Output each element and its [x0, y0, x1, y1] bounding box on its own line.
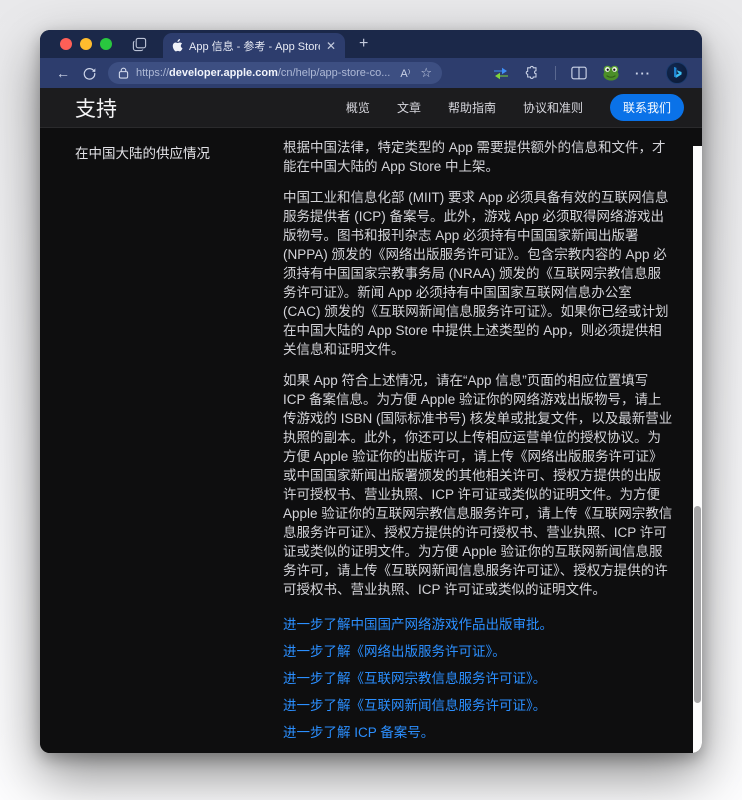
more-menu-icon[interactable]: ···: [635, 66, 651, 81]
link-game-publication-approval[interactable]: 进一步了解中国国产网络游戏作品出版审批。: [283, 615, 673, 634]
frog-extension-icon[interactable]: [602, 65, 620, 81]
read-aloud-icon[interactable]: A⁾: [400, 67, 410, 80]
toolbar-extensions: ···: [493, 62, 692, 84]
back-button[interactable]: ←: [50, 65, 76, 81]
bing-button[interactable]: [666, 62, 688, 84]
paragraph: 中国工业和信息化部 (MIIT) 要求 App 必须具备有效的互联网信息服务提供…: [283, 190, 669, 357]
traffic-lights: [60, 38, 112, 50]
sidebar: 在中国大陆的供应情况: [75, 138, 243, 753]
split-screen-icon[interactable]: [571, 66, 587, 80]
new-tab-button[interactable]: +: [359, 35, 368, 53]
extension-arrows-icon[interactable]: [493, 66, 509, 80]
browser-tab[interactable]: App 信息 - 参考 - App Store Co ✕: [163, 33, 345, 58]
page-title: 支持: [75, 97, 117, 121]
tab-title: App 信息 - 参考 - App Store Co: [189, 40, 320, 53]
zoom-window-button[interactable]: [100, 38, 112, 50]
url-domain: developer.apple.com: [169, 67, 278, 79]
content-area: 在中国大陆的供应情况 根据中国法律，特定类型的 App 需要提供额外的信息和文件…: [40, 128, 702, 753]
toolbar-divider: [555, 66, 556, 80]
link-online-publishing-license[interactable]: 进一步了解《网络出版服务许可证》。: [283, 642, 673, 661]
sidebar-item-availability-china[interactable]: 在中国大陆的供应情况: [75, 142, 243, 162]
apple-favicon-icon: [172, 39, 183, 52]
link-icp-filing-number[interactable]: 进一步了解 ICP 备案号。: [283, 723, 673, 742]
contact-us-button[interactable]: 联系我们: [609, 94, 684, 121]
favorite-star-icon[interactable]: ☆: [420, 65, 432, 81]
page-viewport: 支持 概览 文章 帮助指南 协议和准则 联系我们 在中国大陆的供应情况 根据中国…: [40, 88, 702, 753]
nav-item-agreements[interactable]: 协议和准则: [523, 99, 583, 116]
learn-more-links: 进一步了解中国国产网络游戏作品出版审批。 进一步了解《网络出版服务许可证》。 进…: [283, 615, 673, 742]
scrollbar-thumb[interactable]: [694, 506, 701, 703]
paragraph: 根据中国法律，特定类型的 App 需要提供额外的信息和文件，才能在中国大陆的 A…: [283, 140, 666, 174]
nav-item-help-guides[interactable]: 帮助指南: [448, 99, 496, 116]
article-body: 根据中国法律，特定类型的 App 需要提供额外的信息和文件，才能在中国大陆的 A…: [283, 138, 673, 753]
refresh-button[interactable]: [76, 66, 102, 81]
nav-item-articles[interactable]: 文章: [397, 99, 421, 116]
lock-icon: [118, 67, 129, 79]
link-religious-info-license[interactable]: 进一步了解《互联网宗教信息服务许可证》。: [283, 669, 673, 688]
site-header: 支持 概览 文章 帮助指南 协议和准则 联系我们: [40, 88, 702, 128]
tab-close-icon[interactable]: ✕: [326, 40, 336, 52]
page-scrollbar[interactable]: [693, 146, 702, 753]
site-nav: 概览 文章 帮助指南 协议和准则: [346, 99, 583, 116]
nav-item-overview[interactable]: 概览: [346, 99, 370, 116]
url-text: https://developer.apple.com/cn/help/app-…: [136, 67, 391, 79]
minimize-window-button[interactable]: [80, 38, 92, 50]
tab-bar: App 信息 - 参考 - App Store Co ✕ +: [40, 30, 702, 58]
tab-actions-icon[interactable]: [132, 37, 147, 52]
link-news-info-license[interactable]: 进一步了解《互联网新闻信息服务许可证》。: [283, 696, 673, 715]
extensions-puzzle-icon[interactable]: [524, 65, 540, 81]
address-bar[interactable]: https://developer.apple.com/cn/help/app-…: [108, 62, 442, 84]
paragraph: 如果 App 符合上述情况，请在“App 信息”页面的相应位置填写 ICP 备案…: [283, 373, 673, 597]
browser-window: App 信息 - 参考 - App Store Co ✕ + ← https:/…: [40, 30, 702, 753]
browser-toolbar: ← https://developer.apple.com/cn/help/ap…: [40, 58, 702, 88]
close-window-button[interactable]: [60, 38, 72, 50]
